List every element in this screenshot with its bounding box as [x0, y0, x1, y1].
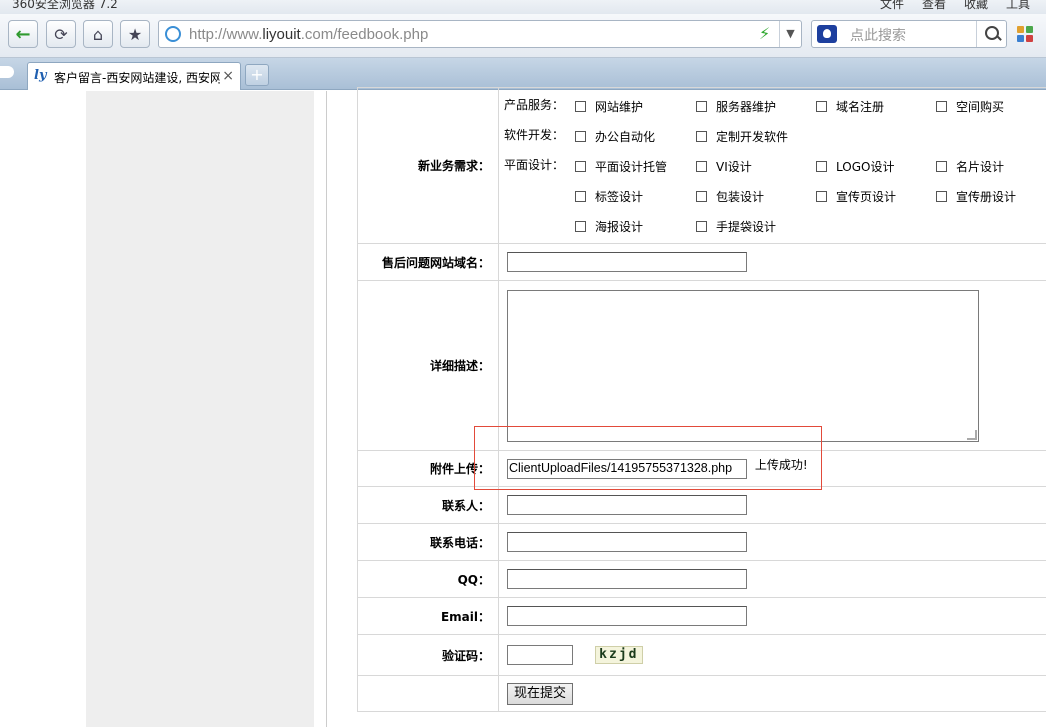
option-vi-design[interactable]: VI设计 — [696, 158, 752, 175]
back-button[interactable]: ← — [8, 20, 38, 48]
feedback-form: 新业务需求： 产品服务： 软件开发： 平面设计： 网站维护 服务器维护 域名注册… — [357, 87, 1046, 712]
checkbox[interactable] — [936, 100, 947, 112]
left-sidebar — [86, 91, 314, 727]
empty-label — [357, 675, 499, 712]
checkbox[interactable] — [696, 160, 707, 172]
option-server-maintenance[interactable]: 服务器维护 — [696, 98, 776, 115]
close-icon[interactable]: × — [222, 68, 234, 84]
page-content: 新业务需求： 产品服务： 软件开发： 平面设计： 网站维护 服务器维护 域名注册… — [0, 87, 1046, 727]
qq-label: QQ： — [357, 560, 499, 598]
option-logo-design[interactable]: LOGO设计 — [816, 158, 894, 175]
menu-favorites[interactable]: 收藏 — [964, 0, 988, 12]
checkbox[interactable] — [696, 130, 707, 142]
domain-input[interactable] — [507, 252, 747, 272]
checkbox[interactable] — [696, 100, 707, 112]
star-icon: ★ — [127, 24, 143, 44]
refresh-icon: ⟳ — [54, 24, 68, 44]
checkbox[interactable] — [816, 160, 827, 172]
site-logo-icon: ly — [34, 68, 47, 83]
search-placeholder: 点此搜索 — [850, 28, 906, 44]
cloud-icon[interactable] — [0, 66, 14, 78]
speed-mode-icon[interactable]: ⚡ — [759, 24, 770, 43]
checkbox[interactable] — [936, 160, 947, 172]
group-label-graphic: 平面设计： — [504, 157, 565, 172]
home-button[interactable]: ⌂ — [83, 20, 113, 48]
menu-tools[interactable]: 工具 — [1006, 0, 1030, 12]
chevron-down-icon[interactable]: ▼ — [779, 21, 801, 47]
search-engine-icon[interactable] — [817, 25, 837, 43]
back-arrow-icon: ← — [15, 23, 31, 45]
checkbox[interactable] — [575, 160, 586, 172]
title-bar: 360安全浏览器 7.2 文件 查看 收藏 工具 — [0, 0, 1046, 14]
url-text: http://www.liyouit.com/feedbook.php — [189, 26, 429, 43]
option-custom-software[interactable]: 定制开发软件 — [696, 128, 788, 145]
group-label-product: 产品服务： — [504, 97, 565, 112]
submit-button[interactable]: 现在提交 — [507, 682, 574, 705]
option-graphic-hosting[interactable]: 平面设计托管 — [575, 158, 667, 175]
captcha-label: 验证码： — [357, 634, 499, 676]
contact-label: 联系人： — [357, 486, 499, 524]
checkbox[interactable] — [575, 130, 586, 142]
app-title: 360安全浏览器 7.2 — [12, 0, 118, 11]
new-tab-button[interactable]: + — [245, 64, 269, 86]
menu-file[interactable]: 文件 — [880, 0, 904, 12]
captcha-image[interactable]: kzjd — [594, 646, 643, 664]
captcha-input[interactable] — [507, 645, 573, 665]
search-box[interactable]: 点此搜索 — [811, 20, 1007, 48]
favorite-button[interactable]: ★ — [120, 20, 150, 48]
checkbox[interactable] — [816, 100, 827, 112]
checkbox[interactable] — [936, 190, 947, 202]
option-office-automation[interactable]: 办公自动化 — [575, 128, 655, 145]
detail-textarea[interactable] — [507, 289, 979, 442]
phone-input[interactable] — [507, 532, 747, 552]
checkbox[interactable] — [816, 190, 827, 202]
address-bar[interactable]: http://www.liyouit.com/feedbook.php ⚡ ▼ — [158, 20, 802, 48]
detail-label: 详细描述： — [357, 280, 499, 451]
site-globe-icon — [165, 26, 181, 42]
business-options: 产品服务： 软件开发： 平面设计： 网站维护 服务器维护 域名注册 空间购买 办… — [499, 90, 1046, 242]
option-website-maintenance[interactable]: 网站维护 — [575, 98, 643, 115]
navigation-toolbar: ← ⟳ ⌂ ★ http://www.liyouit.com/feedbook.… — [0, 14, 1046, 58]
divider — [326, 91, 327, 727]
group-label-software: 软件开发： — [504, 127, 565, 142]
highlight-box — [474, 426, 822, 490]
checkbox[interactable] — [575, 190, 586, 202]
option-hosting-purchase[interactable]: 空间购买 — [936, 98, 1004, 115]
checkbox[interactable] — [696, 220, 707, 232]
option-bag-design[interactable]: 手提袋设计 — [696, 218, 776, 235]
home-icon: ⌂ — [92, 24, 104, 44]
tab-title: 客户留言-西安网站建设, 西安网站 — [54, 71, 220, 85]
checkbox[interactable] — [575, 100, 586, 112]
option-packaging-design[interactable]: 包装设计 — [696, 188, 764, 205]
option-brochure-design[interactable]: 宣传册设计 — [936, 188, 1016, 205]
domain-label: 售后问题网站域名： — [357, 243, 499, 281]
email-input[interactable] — [507, 606, 747, 626]
menu-view[interactable]: 查看 — [922, 0, 946, 12]
option-label-design[interactable]: 标签设计 — [575, 188, 643, 205]
tab-bar: ly 客户留言-西安网站建设, 西安网站 × + — [0, 58, 1046, 90]
option-domain-registration[interactable]: 域名注册 — [816, 98, 884, 115]
option-card-design[interactable]: 名片设计 — [936, 158, 1004, 175]
search-icon[interactable] — [976, 21, 1006, 47]
option-leaflet-design[interactable]: 宣传页设计 — [816, 188, 896, 205]
email-label: Email： — [357, 597, 499, 635]
phone-label: 联系电话： — [357, 523, 499, 561]
tab-feedback[interactable]: ly 客户留言-西安网站建设, 西安网站 × — [27, 62, 241, 90]
qq-input[interactable] — [507, 569, 747, 589]
checkbox[interactable] — [575, 220, 586, 232]
checkbox[interactable] — [696, 190, 707, 202]
refresh-button[interactable]: ⟳ — [46, 20, 76, 48]
business-label: 新业务需求： — [357, 87, 499, 244]
option-poster-design[interactable]: 海报设计 — [575, 218, 643, 235]
apps-icon[interactable] — [1017, 26, 1033, 42]
contact-input[interactable] — [507, 495, 747, 515]
